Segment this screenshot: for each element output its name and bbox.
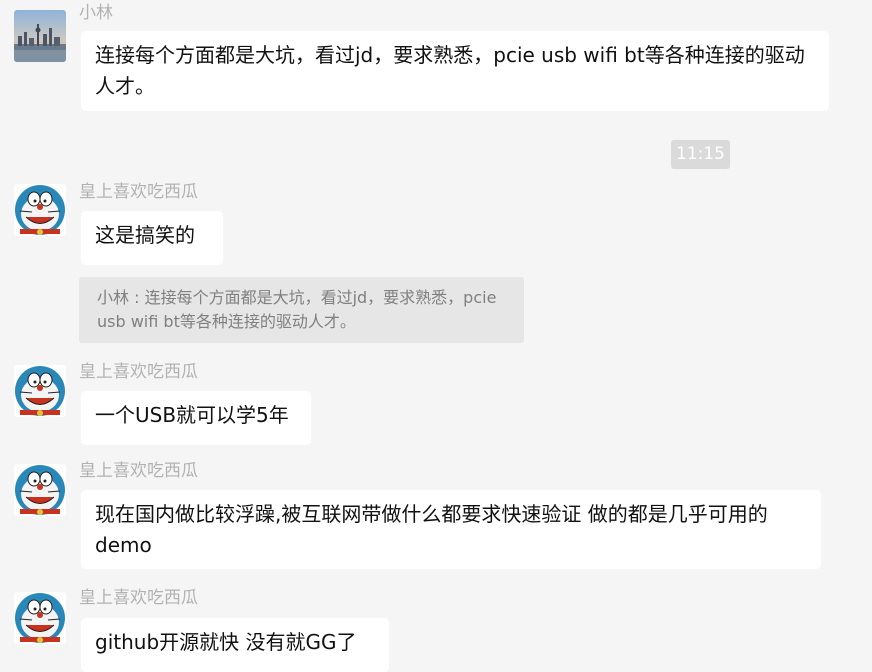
sender-name: 小林 <box>79 3 113 23</box>
sender-name: 皇上喜欢吃西瓜 <box>79 362 198 382</box>
avatar-huangshang[interactable] <box>14 592 66 644</box>
avatar-xiaolin[interactable] <box>14 10 66 62</box>
doraemon-avatar-icon <box>14 464 66 516</box>
city-skyline-icon <box>14 10 66 62</box>
sender-name: 皇上喜欢吃西瓜 <box>79 182 198 202</box>
doraemon-avatar-icon <box>14 365 66 417</box>
avatar-huangshang[interactable] <box>14 464 66 516</box>
message-bubble[interactable]: 这是搞笑的 <box>81 211 223 265</box>
message-bubble[interactable]: 一个USB就可以学5年 <box>81 391 311 445</box>
doraemon-avatar-icon <box>14 592 66 644</box>
message-bubble[interactable]: 连接每个方面都是大坑，看过jd，要求熟悉，pcie usb wifi bt等各种… <box>81 31 829 111</box>
message-bubble[interactable]: 现在国内做比较浮躁,被互联网带做什么都要求快速验证 做的都是几乎可用的demo <box>81 490 821 569</box>
sender-name: 皇上喜欢吃西瓜 <box>79 461 198 481</box>
avatar-huangshang[interactable] <box>14 365 66 417</box>
message-bubble[interactable]: github开源就快 没有就GG了 <box>81 618 389 672</box>
sender-name: 皇上喜欢吃西瓜 <box>79 588 198 608</box>
quoted-message[interactable]: 小林 : 连接每个方面都是大坑，看过jd，要求熟悉，pcie usb wifi … <box>79 277 524 343</box>
avatar-huangshang[interactable] <box>14 184 66 236</box>
timestamp-badge: 11:15 <box>671 140 730 169</box>
doraemon-avatar-icon <box>14 184 66 236</box>
